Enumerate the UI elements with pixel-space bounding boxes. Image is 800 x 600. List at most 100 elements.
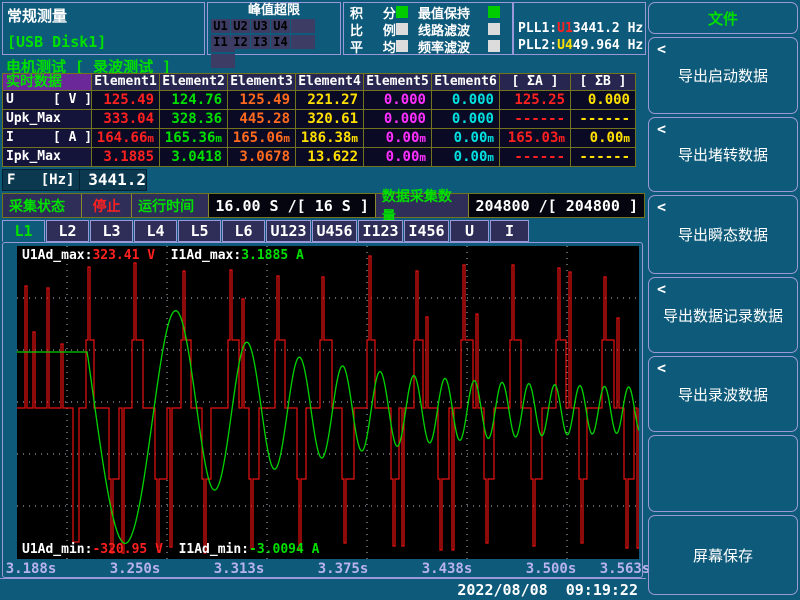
table-value-r1-c3: 320.61 bbox=[296, 110, 363, 128]
u1-voltage-trace bbox=[17, 256, 639, 553]
table-value-r1-c1: 328.36 bbox=[160, 110, 227, 128]
table-value-r2-c0: 164.66m bbox=[92, 129, 159, 147]
wave-tab-u[interactable]: U bbox=[450, 220, 489, 242]
sidebar-button-7[interactable]: 屏幕保存 bbox=[648, 515, 798, 595]
table-value-r1-c6: ------ bbox=[500, 110, 570, 128]
acq-status-value: 停止 bbox=[82, 194, 132, 217]
acquisition-status-row: 采集状态 停止 运行时间 16.00 S /[ 16 S ] 数据采集数量 20… bbox=[2, 193, 645, 218]
toggle-checkbox-left-0[interactable] bbox=[396, 6, 408, 18]
sidebar-button-4[interactable]: <导出数据记录数据 bbox=[648, 277, 798, 353]
table-value-r0-c0: 125.49 bbox=[92, 91, 159, 109]
toggle-checkbox-right-2[interactable] bbox=[488, 40, 500, 52]
table-value-r1-c7: ------ bbox=[571, 110, 635, 128]
toggle-rows: 积 分最值保持比 例线路滤波平 均频率滤波 bbox=[344, 4, 512, 54]
col-header-1: Element2 bbox=[160, 74, 227, 90]
pll-panel: PLL1:U13441.2 HzPLL2:U449.964 Hz bbox=[513, 2, 646, 55]
wave-tab-l1[interactable]: L1 bbox=[2, 220, 45, 242]
wave-tab-l3[interactable]: L3 bbox=[90, 220, 133, 242]
wave-tab-i456[interactable]: I456 bbox=[404, 220, 449, 242]
table-value-r2-c3: 186.38m bbox=[296, 129, 363, 147]
toggle-checkbox-left-2[interactable] bbox=[396, 40, 408, 52]
table-value-r1-c2: 445.28 bbox=[228, 110, 295, 128]
pll-rows: PLL1:U13441.2 HzPLL2:U449.964 Hz bbox=[514, 20, 645, 54]
table-value-r3-c7: ------ bbox=[571, 148, 635, 166]
waveform-frame: U1Ad_max:323.41 V I1Ad_max:3.1885 A U1Ad… bbox=[2, 242, 643, 578]
time-label-3: 3.375s bbox=[318, 561, 369, 577]
time-label-2: 3.313s bbox=[214, 561, 265, 577]
row-label-1: Upk_Max bbox=[3, 110, 91, 128]
wave-tab-l5[interactable]: L5 bbox=[178, 220, 221, 242]
col-header-7: [ ΣB ] bbox=[571, 74, 635, 90]
peak-indicator-u2: U2 bbox=[231, 19, 250, 33]
sample-count-label: 数据采集数量 bbox=[376, 194, 470, 217]
row-label-0: U [ V ] bbox=[3, 91, 91, 109]
sidebar-button-3[interactable]: <导出瞬态数据 bbox=[648, 195, 798, 274]
peak-indicator-i1: I1 bbox=[211, 35, 230, 49]
table-value-r3-c0: 3.1885 bbox=[92, 148, 159, 166]
table-value-r3-c3: 13.622 bbox=[296, 148, 363, 166]
peak-indicator-i3: I3 bbox=[251, 35, 270, 49]
wave-tab-l2[interactable]: L2 bbox=[46, 220, 89, 242]
frequency-readout: F [Hz] 3441.2 bbox=[2, 169, 147, 191]
runtime-value: 16.00 S /[ 16 S ] bbox=[209, 194, 376, 217]
bottom-status-bar: Update 1417 (500ms) 102400 Sum 2022/08/0… bbox=[0, 578, 646, 600]
table-value-r2-c1: 165.36m bbox=[160, 129, 227, 147]
toggles-panel: 积 分最值保持比 例线路滤波平 均频率滤波 bbox=[343, 2, 513, 55]
table-value-r0-c6: 125.25 bbox=[500, 91, 570, 109]
peak-over-limit-panel: 峰值超限 U1U2U3U4I1I2I3I4 bbox=[207, 2, 341, 55]
row-label-2: I [ A ] bbox=[3, 129, 91, 147]
table-value-r0-c2: 125.49 bbox=[228, 91, 295, 109]
table-value-r1-c5: 0.000 bbox=[432, 110, 499, 128]
table-value-r0-c3: 221.27 bbox=[296, 91, 363, 109]
col-header-2: Element3 bbox=[228, 74, 295, 90]
time-label-1: 3.250s bbox=[110, 561, 161, 577]
file-menu-sidebar: 文件 <导出启动数据<导出堵转数据<导出瞬态数据<导出数据记录数据<导出录波数据… bbox=[648, 2, 798, 598]
waveform-plot: U1Ad_max:323.41 V I1Ad_max:3.1885 A U1Ad… bbox=[17, 246, 639, 559]
table-value-r0-c4: 0.000 bbox=[364, 91, 431, 109]
wave-tab-i[interactable]: I bbox=[490, 220, 529, 242]
peak-indicator-i4: I4 bbox=[271, 35, 290, 49]
table-value-r3-c6: ------ bbox=[500, 148, 570, 166]
peak-indicator-empty bbox=[291, 35, 315, 49]
time-label-5: 3.500s bbox=[526, 561, 577, 577]
waveform-canvas bbox=[17, 246, 639, 559]
wave-tab-l6[interactable]: L6 bbox=[222, 220, 265, 242]
sidebar-title: 文件 bbox=[648, 2, 798, 34]
table-value-r2-c5: 0.00m bbox=[432, 129, 499, 147]
table-value-r3-c4: 0.00m bbox=[364, 148, 431, 166]
mode-title: 常规测量 bbox=[7, 5, 67, 26]
table-value-r2-c7: 0.00m bbox=[571, 129, 635, 147]
sidebar-button-1[interactable]: <导出启动数据 bbox=[648, 37, 798, 114]
toggle-checkbox-left-1[interactable] bbox=[396, 23, 408, 35]
col-header-6: [ ΣA ] bbox=[500, 74, 570, 90]
usb-disk-label: [USB Disk1] bbox=[7, 33, 106, 51]
peak-indicator-empty bbox=[291, 19, 315, 33]
time-label-0: 3.188s bbox=[6, 561, 57, 577]
back-arrow-icon: < bbox=[657, 120, 666, 138]
waveform-max-annotations: U1Ad_max:323.41 V I1Ad_max:3.1885 A bbox=[22, 248, 304, 263]
datetime-display: 2022/08/08 09:19:22 bbox=[457, 581, 638, 599]
mode-panel: 常规测量 [USB Disk1] bbox=[2, 2, 205, 55]
table-value-r3-c5: 0.00m bbox=[432, 148, 499, 166]
wave-tab-i123[interactable]: I123 bbox=[358, 220, 403, 242]
update-status: Update 1417 (500ms) 102400 Sum bbox=[5, 581, 348, 600]
sidebar-button-2[interactable]: <导出堵转数据 bbox=[648, 117, 798, 192]
time-axis-labels: 3.188s3.250s3.313s3.375s3.438s3.500s3.56… bbox=[3, 561, 642, 577]
time-label-6: 3.563s bbox=[600, 561, 651, 577]
col-header-0: Element1 bbox=[92, 74, 159, 90]
time-label-4: 3.438s bbox=[422, 561, 473, 577]
toggle-checkbox-right-0[interactable] bbox=[488, 6, 500, 18]
wave-tab-u456[interactable]: U456 bbox=[312, 220, 357, 242]
realtime-data-table: 实时数据Element1Element2Element3Element4Elem… bbox=[2, 73, 636, 167]
wave-tab-u123[interactable]: U123 bbox=[266, 220, 311, 242]
toggle-checkbox-right-1[interactable] bbox=[488, 23, 500, 35]
frequency-value: 3441.2 bbox=[80, 170, 146, 190]
wave-tab-l4[interactable]: L4 bbox=[134, 220, 177, 242]
peak-indicator-u3: U3 bbox=[251, 19, 270, 33]
sample-count-value: 204800 /[ 204800 ] bbox=[469, 194, 644, 217]
table-corner-label: 实时数据 bbox=[3, 74, 91, 90]
table-value-r1-c4: 0.000 bbox=[364, 110, 431, 128]
sidebar-button-5[interactable]: <导出录波数据 bbox=[648, 356, 798, 432]
table-value-r0-c5: 0.000 bbox=[432, 91, 499, 109]
sidebar-button-empty[interactable] bbox=[648, 435, 798, 512]
